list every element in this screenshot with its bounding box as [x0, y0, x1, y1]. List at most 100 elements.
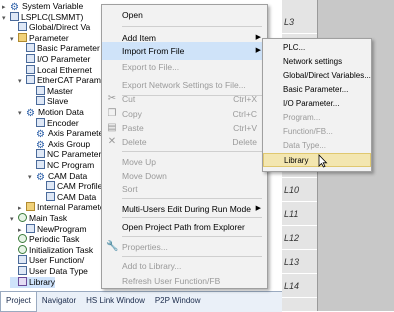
doc-icon — [26, 54, 35, 63]
doc-icon — [36, 160, 45, 169]
ladder-row-number: L14 — [282, 274, 317, 298]
tab-project[interactable]: Project — [0, 292, 37, 312]
tree-item-label: Parameter — [29, 32, 69, 43]
tree-item[interactable]: CAM Profile — [38, 181, 102, 192]
tree-item[interactable]: ▾ LSPLC(LSMMT) — [2, 11, 84, 24]
menu-open-explorer[interactable]: Open Project Path from Explorer — [102, 218, 267, 236]
tree-item[interactable]: Library — [10, 276, 55, 288]
tree-item-label: Periodic Task — [29, 234, 80, 245]
submenu-io-parameter[interactable]: I/O Parameter... — [263, 97, 371, 111]
menu-delete[interactable]: ✕ Delete Delete — [102, 133, 267, 151]
collapse-icon[interactable]: ▾ — [28, 172, 36, 183]
doc-icon — [36, 149, 45, 159]
doc-icon — [18, 22, 27, 32]
tree-item-label: NC Program — [47, 160, 95, 170]
tree-item[interactable]: ▾ ⚙ Motion Data — [18, 107, 84, 119]
submenu-global-direct-variables[interactable]: Global/Direct Variables... — [263, 69, 371, 83]
doc-icon — [26, 223, 35, 233]
tree-item-label: Axis Group — [48, 138, 91, 149]
menu-properties[interactable]: 🔧 Properties... — [102, 238, 267, 256]
menu-separator — [122, 26, 262, 27]
tree-item[interactable]: Local Ethernet — [18, 64, 92, 76]
tree-item[interactable]: ⚙ Axis Group — [28, 138, 91, 151]
doc-icon — [36, 96, 45, 106]
tree-item[interactable]: Master — [28, 85, 73, 97]
tree-item[interactable]: ⚙ Axis Parameter — [28, 128, 107, 140]
tree-item[interactable]: Global/Direct Va — [10, 22, 90, 33]
collapse-icon[interactable]: ▾ — [10, 34, 18, 45]
menu-refresh-user-function[interactable]: Refresh User Function/FB — [102, 272, 267, 290]
tree-item[interactable]: Periodic Task — [10, 234, 79, 245]
tree-item[interactable]: ▸ NewProgram — [18, 223, 87, 235]
tree-item[interactable]: ▸ ⚙ System Variable — [2, 1, 84, 13]
tree-item[interactable]: NC Program — [28, 160, 94, 171]
doc-icon — [46, 181, 55, 191]
tree-item[interactable]: ▾ ⚙ CAM Data — [28, 171, 87, 183]
tree-item-label: CAM Data — [57, 191, 97, 202]
ladder-row-number: L11 — [282, 202, 317, 226]
submenu-program[interactable]: Program... — [263, 111, 371, 125]
menu-separator — [122, 236, 262, 237]
task-icon — [18, 244, 27, 254]
submenu-network-settings[interactable]: Network settings — [263, 55, 371, 69]
tree-item[interactable]: ▾ Main Task — [10, 213, 67, 224]
menu-sort[interactable]: Sort — [102, 180, 267, 198]
delete-icon: ✕ — [107, 136, 117, 147]
tree-item-label: Encoder — [47, 117, 79, 128]
lib-icon — [18, 276, 27, 286]
tree-item[interactable]: User Data Type — [10, 266, 88, 277]
import-submenu: PLC... Network settings Global/Direct Va… — [262, 38, 372, 172]
tab-navigator[interactable]: Navigator — [37, 292, 81, 312]
menu-separator — [122, 151, 262, 152]
tree-item-label: LSPLC(LSMMT) — [21, 11, 84, 22]
tree-item-label: Internal Parameter — [37, 202, 108, 213]
submenu-plc[interactable]: PLC... — [263, 41, 371, 55]
tree-item-label: Motion Data — [38, 107, 84, 117]
tab-hs-link-window[interactable]: HS Link Window — [81, 292, 150, 312]
tree-item[interactable]: ▾ EtherCAT Param — [18, 75, 101, 86]
submenu-arrow-icon: ▶ — [255, 205, 261, 212]
collapse-icon[interactable]: ▾ — [18, 108, 26, 119]
menu-open[interactable]: Open — [102, 6, 267, 24]
folder-icon — [18, 32, 27, 42]
tree-item[interactable]: Slave — [28, 96, 68, 107]
tree-item[interactable]: ▾ Parameter — [10, 32, 69, 45]
tree-item-label: EtherCAT Param — [37, 75, 101, 86]
tree-item-label: System Variable — [22, 1, 84, 11]
tree-item[interactable]: Encoder — [28, 117, 79, 129]
doc-icon — [26, 64, 35, 74]
tab-p2p-window[interactable]: P2P Window — [150, 292, 206, 312]
tree-item-label: User Data Type — [29, 266, 88, 276]
doc-icon — [36, 85, 45, 95]
folder-icon — [26, 202, 35, 212]
collapse-icon[interactable]: ▾ — [10, 214, 18, 225]
ladder-row-number: L10 — [282, 178, 317, 202]
collapse-icon[interactable]: ▾ — [18, 76, 26, 87]
menu-separator — [122, 198, 262, 199]
tree-item-label: Library — [29, 276, 55, 287]
submenu-data-type[interactable]: Data Type... — [263, 139, 371, 153]
tree-item[interactable]: CAM Data — [38, 191, 97, 203]
submenu-basic-parameter[interactable]: Basic Parameter... — [263, 83, 371, 97]
tree-item[interactable]: Initialization Task — [10, 244, 94, 256]
tree-item-label: Axis Parameter — [48, 128, 107, 139]
tree-item-label: Slave — [47, 96, 69, 107]
submenu-library[interactable]: Library — [263, 153, 371, 167]
tree-item-label: Initialization Task — [29, 244, 94, 255]
menu-multi-users-edit[interactable]: Multi-Users Edit During Run Mode ▶ — [102, 200, 267, 218]
tree-item[interactable]: User Function/ — [10, 255, 84, 266]
tree-item-label: CAM Profile — [57, 181, 103, 192]
tree-item[interactable]: NC Parameter — [28, 149, 101, 160]
task-icon — [18, 213, 27, 222]
tree-item-label: I/O Parameter — [37, 54, 91, 64]
tree-item[interactable]: ▸ Internal Parameter — [18, 202, 107, 213]
tree-item[interactable]: I/O Parameter — [18, 54, 90, 65]
tree-item[interactable]: Basic Parameter — [18, 43, 100, 54]
collapse-icon[interactable]: ▾ — [2, 13, 10, 24]
tree-item-label: Master — [47, 85, 73, 96]
tree-item-label: User Function/ — [29, 255, 85, 266]
doc-icon — [18, 255, 27, 265]
wrench-icon: 🔧 — [106, 241, 119, 252]
menu-export-to-file[interactable]: Export to File... — [102, 58, 267, 76]
submenu-function-fb[interactable]: Function/FB... — [263, 125, 371, 139]
